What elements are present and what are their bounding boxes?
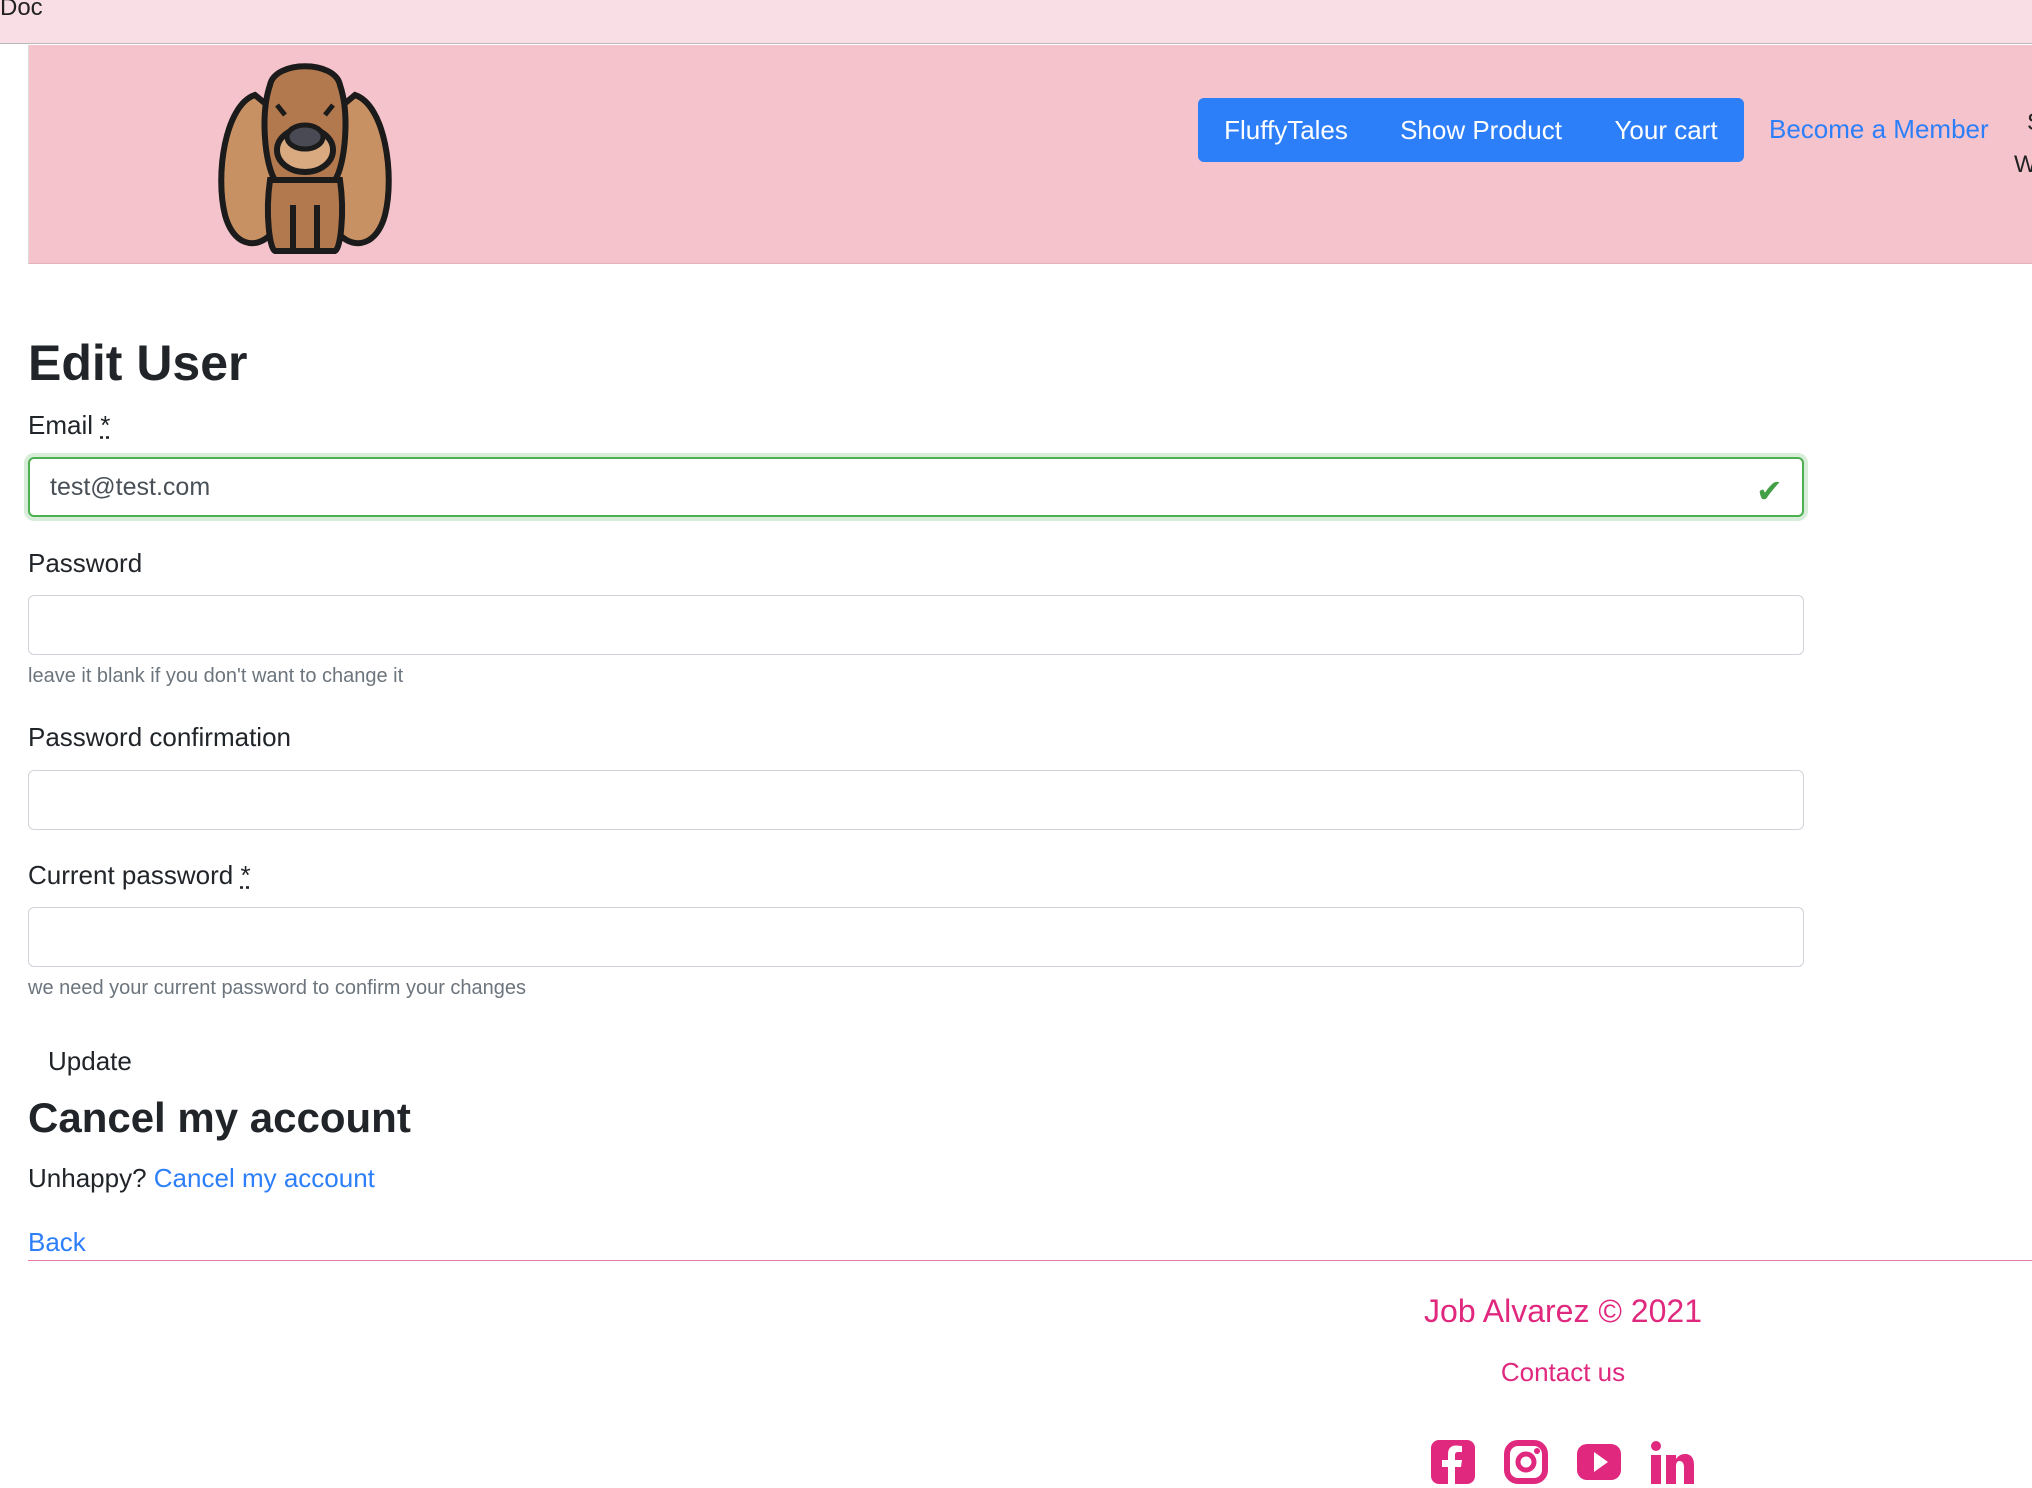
dog-logo-icon[interactable] xyxy=(215,55,395,255)
update-button[interactable]: Update xyxy=(48,1046,132,1077)
instagram-icon[interactable] xyxy=(1504,1440,1548,1484)
current-password-field[interactable] xyxy=(28,907,1804,967)
email-field[interactable] xyxy=(28,457,1804,517)
password-field[interactable] xyxy=(28,595,1804,655)
valid-check-icon: ✔ xyxy=(1756,473,1783,509)
facebook-icon[interactable] xyxy=(1431,1440,1475,1484)
password-confirmation-label: Password confirmation xyxy=(28,722,291,752)
cancel-section-title: Cancel my account xyxy=(28,1094,411,1141)
nav-your-cart-button[interactable]: Your cart xyxy=(1588,98,1744,162)
required-marker: * xyxy=(100,410,111,440)
nav-cut-text[interactable]: W xyxy=(2014,151,2032,179)
email-label: Email * xyxy=(28,410,111,440)
nav-fluffytales-button[interactable]: FluffyTales xyxy=(1198,98,1374,162)
nav-cut-text[interactable]: S xyxy=(2027,109,2032,137)
cancel-prompt: Unhappy? Cancel my account xyxy=(28,1163,375,1193)
browser-tab-bar: Doc xyxy=(0,0,2032,44)
footer-copyright: Job Alvarez © 2021 xyxy=(1424,1293,1702,1329)
cancel-account-link[interactable]: Cancel my account xyxy=(154,1163,375,1193)
current-password-label: Current password * xyxy=(28,860,251,890)
footer-divider xyxy=(28,1260,2032,1261)
page-title: Edit User xyxy=(28,335,248,391)
tab-title[interactable]: Doc xyxy=(0,0,43,22)
required-marker: * xyxy=(240,860,251,890)
password-confirmation-field[interactable] xyxy=(28,770,1804,830)
current-password-help: we need your current password to confirm… xyxy=(28,977,527,999)
contact-link[interactable]: Contact us xyxy=(1323,1357,1803,1388)
site-header: FluffyTales Show Product Your cart Becom… xyxy=(28,45,2032,264)
youtube-icon[interactable] xyxy=(1577,1440,1621,1484)
nav-become-member-link[interactable]: Become a Member xyxy=(1769,114,1989,145)
nav-show-product-button[interactable]: Show Product xyxy=(1374,98,1588,162)
linkedin-icon[interactable] xyxy=(1650,1440,1694,1484)
password-label: Password xyxy=(28,548,143,578)
password-help: leave it blank if you don't want to chan… xyxy=(28,665,404,687)
back-link[interactable]: Back xyxy=(28,1227,86,1258)
